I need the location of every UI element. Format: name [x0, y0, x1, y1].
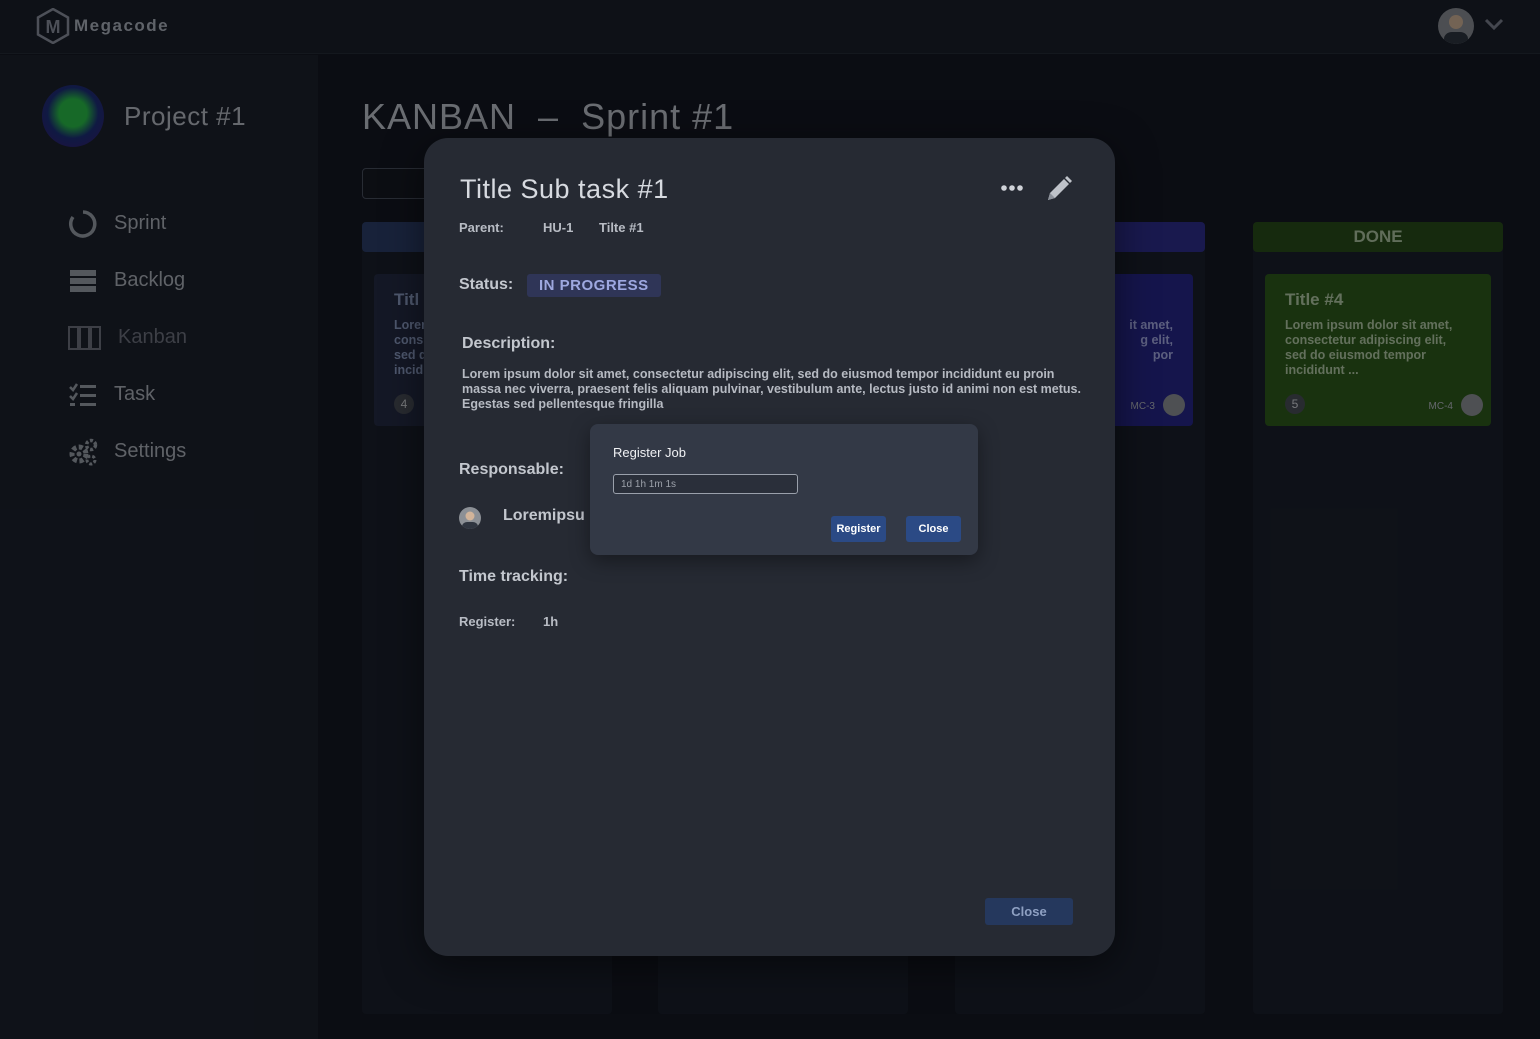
- register-button[interactable]: Register: [831, 516, 886, 542]
- time-tracking-label: Time tracking:: [459, 568, 569, 585]
- status-label: Status:: [459, 276, 514, 293]
- responsible-label: Responsable:: [459, 461, 564, 478]
- status-badge[interactable]: IN PROGRESS: [527, 274, 661, 297]
- description-text: Lorem ipsum dolor sit amet, consectetur …: [462, 367, 1081, 411]
- register-job-dialog: Register Job Register Close: [590, 424, 978, 555]
- modal-close-button[interactable]: Close: [985, 898, 1073, 925]
- parent-label: Parent:: [459, 220, 504, 235]
- modal-title: Title Sub task #1: [460, 174, 669, 204]
- register-value: 1h: [543, 614, 559, 629]
- more-horizontal-icon[interactable]: [1000, 176, 1024, 200]
- dialog-close-button[interactable]: Close: [906, 516, 961, 542]
- register-label: Register:: [459, 614, 516, 629]
- dialog-title: Register Job: [613, 445, 686, 460]
- parent-title-link[interactable]: Tilte #1: [599, 220, 644, 235]
- responsible-name: Loremipsu: [503, 507, 585, 524]
- time-input[interactable]: [613, 474, 798, 494]
- responsible-avatar: [459, 507, 481, 529]
- pencil-icon[interactable]: [1044, 174, 1074, 204]
- parent-code-link[interactable]: HU-1: [543, 220, 573, 235]
- description-label: Description:: [462, 335, 556, 352]
